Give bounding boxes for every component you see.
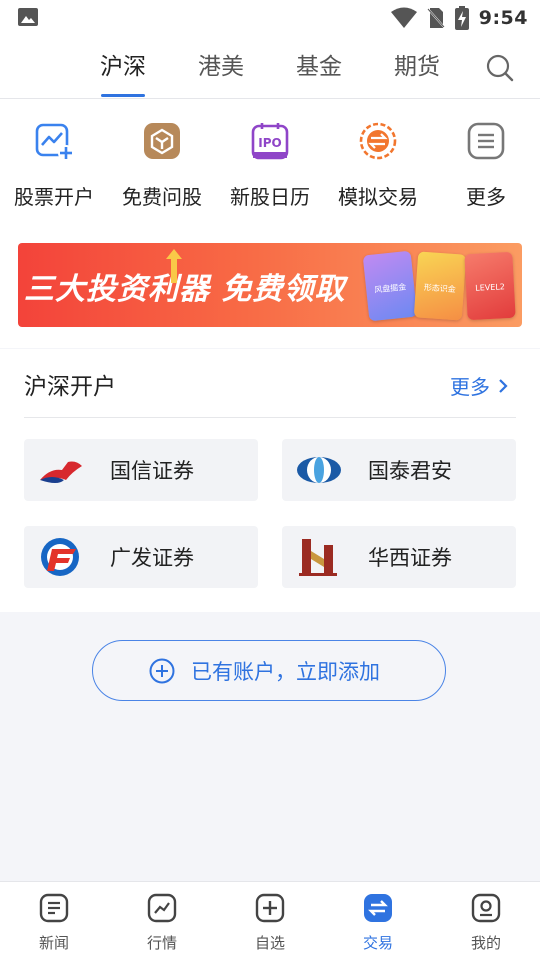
- nav-news[interactable]: 新闻: [0, 882, 108, 961]
- tab-gangmei[interactable]: 港美: [186, 36, 256, 98]
- nav-label: 行情: [146, 934, 177, 952]
- section-more-link[interactable]: 更多: [450, 371, 508, 400]
- broker-name: 广发证券: [110, 546, 194, 570]
- battery-charging-icon: [454, 6, 469, 30]
- broker-guotaijunan[interactable]: 国泰君安: [282, 439, 516, 501]
- banner-container: 三大投资利器 免费领取 风盘掘金 形态识金 LEVEL2: [0, 224, 540, 348]
- nav-watchlist[interactable]: 自选: [216, 882, 324, 961]
- promo-banner[interactable]: 三大投资利器 免费领取 风盘掘金 形态识金 LEVEL2: [18, 243, 522, 327]
- chart-trend-icon: [147, 893, 177, 923]
- account-open-section: 沪深开户 更多 国信证券 国泰君安 广发证券 华西证券: [0, 349, 540, 612]
- quick-more[interactable]: 更多: [432, 99, 540, 224]
- more-icon: [467, 122, 505, 160]
- stock-open-icon: [35, 123, 74, 161]
- tab-qihuo[interactable]: 期货: [382, 36, 452, 98]
- tab-jijin[interactable]: 基金: [284, 36, 354, 98]
- quick-label: 模拟交易: [338, 185, 418, 209]
- nav-label: 新闻: [38, 934, 69, 952]
- quick-simulated-trade[interactable]: 模拟交易: [324, 99, 432, 224]
- nav-label: 我的: [470, 934, 501, 952]
- plus-circle-icon: [149, 658, 175, 684]
- banner-card-label: 风盘掘金: [373, 282, 407, 295]
- quick-ipo-calendar[interactable]: IPO 新股日历: [216, 99, 324, 224]
- status-bar: 9:54: [0, 0, 540, 36]
- divider: [24, 417, 516, 418]
- nav-label: 交易: [362, 934, 393, 952]
- no-sim-icon: [426, 8, 445, 28]
- plus-square-icon: [255, 893, 285, 923]
- quick-label: 免费问股: [122, 185, 202, 209]
- banner-card: LEVEL2: [464, 251, 516, 321]
- quick-label: 更多: [466, 185, 506, 209]
- broker-name: 国信证券: [110, 459, 194, 483]
- broker-huaxi[interactable]: 华西证券: [282, 526, 516, 588]
- free-ask-icon: [144, 123, 180, 159]
- guangfa-logo-icon: [41, 538, 79, 576]
- broker-name: 华西证券: [368, 546, 452, 570]
- broker-guosen[interactable]: 国信证券: [24, 439, 258, 501]
- banner-title: 三大投资利器 免费领取: [24, 272, 346, 307]
- ipo-calendar-icon: IPO: [251, 123, 289, 160]
- status-time: 9:54: [478, 7, 528, 29]
- wifi-icon: [390, 7, 417, 28]
- add-account-label: 已有账户，立即添加: [191, 660, 380, 684]
- banner-card: 形态识金: [413, 251, 467, 321]
- quick-free-ask[interactable]: 免费问股: [108, 99, 216, 224]
- quick-actions: 股票开户 免费问股 IPO 新股日历 模拟交易 更多: [0, 99, 540, 224]
- quick-stock-open[interactable]: 股票开户: [0, 99, 108, 224]
- quick-label: 新股日历: [230, 185, 310, 209]
- quick-label: 股票开户: [14, 185, 94, 209]
- banner-card-label: 形态识金: [423, 282, 457, 295]
- more-label: 更多: [450, 375, 490, 399]
- banner-card: 风盘掘金: [362, 250, 418, 322]
- active-tab-indicator: [101, 94, 145, 97]
- nav-profile[interactable]: 我的: [432, 882, 540, 961]
- market-tab-bar: 沪深 港美 基金 期货: [0, 36, 540, 99]
- bottom-nav: 新闻 行情 自选 交易 我的: [0, 881, 540, 961]
- broker-guangfa[interactable]: 广发证券: [24, 526, 258, 588]
- nav-market[interactable]: 行情: [108, 882, 216, 961]
- profile-icon: [471, 893, 501, 923]
- add-account-button[interactable]: 已有账户，立即添加: [92, 640, 446, 701]
- tab-hushen[interactable]: 沪深: [88, 36, 158, 98]
- simulated-trade-icon: [359, 122, 397, 160]
- chevron-right-icon: [499, 378, 508, 393]
- nav-trade[interactable]: 交易: [324, 882, 432, 961]
- huaxi-logo-icon: [299, 539, 337, 576]
- section-title: 沪深开户: [24, 374, 116, 400]
- trade-exchange-icon: [364, 894, 392, 922]
- image-notification-icon: [18, 8, 38, 26]
- guosen-logo-icon: [40, 461, 82, 483]
- arrow-up-icon: [166, 249, 182, 283]
- banner-card-label: LEVEL2: [475, 282, 506, 293]
- broker-name: 国泰君安: [368, 459, 452, 483]
- nav-label: 自选: [254, 934, 285, 952]
- guotaijunan-logo-icon: [297, 457, 341, 483]
- news-icon: [39, 893, 69, 923]
- svg-text:IPO: IPO: [258, 136, 281, 150]
- search-icon[interactable]: [486, 54, 514, 82]
